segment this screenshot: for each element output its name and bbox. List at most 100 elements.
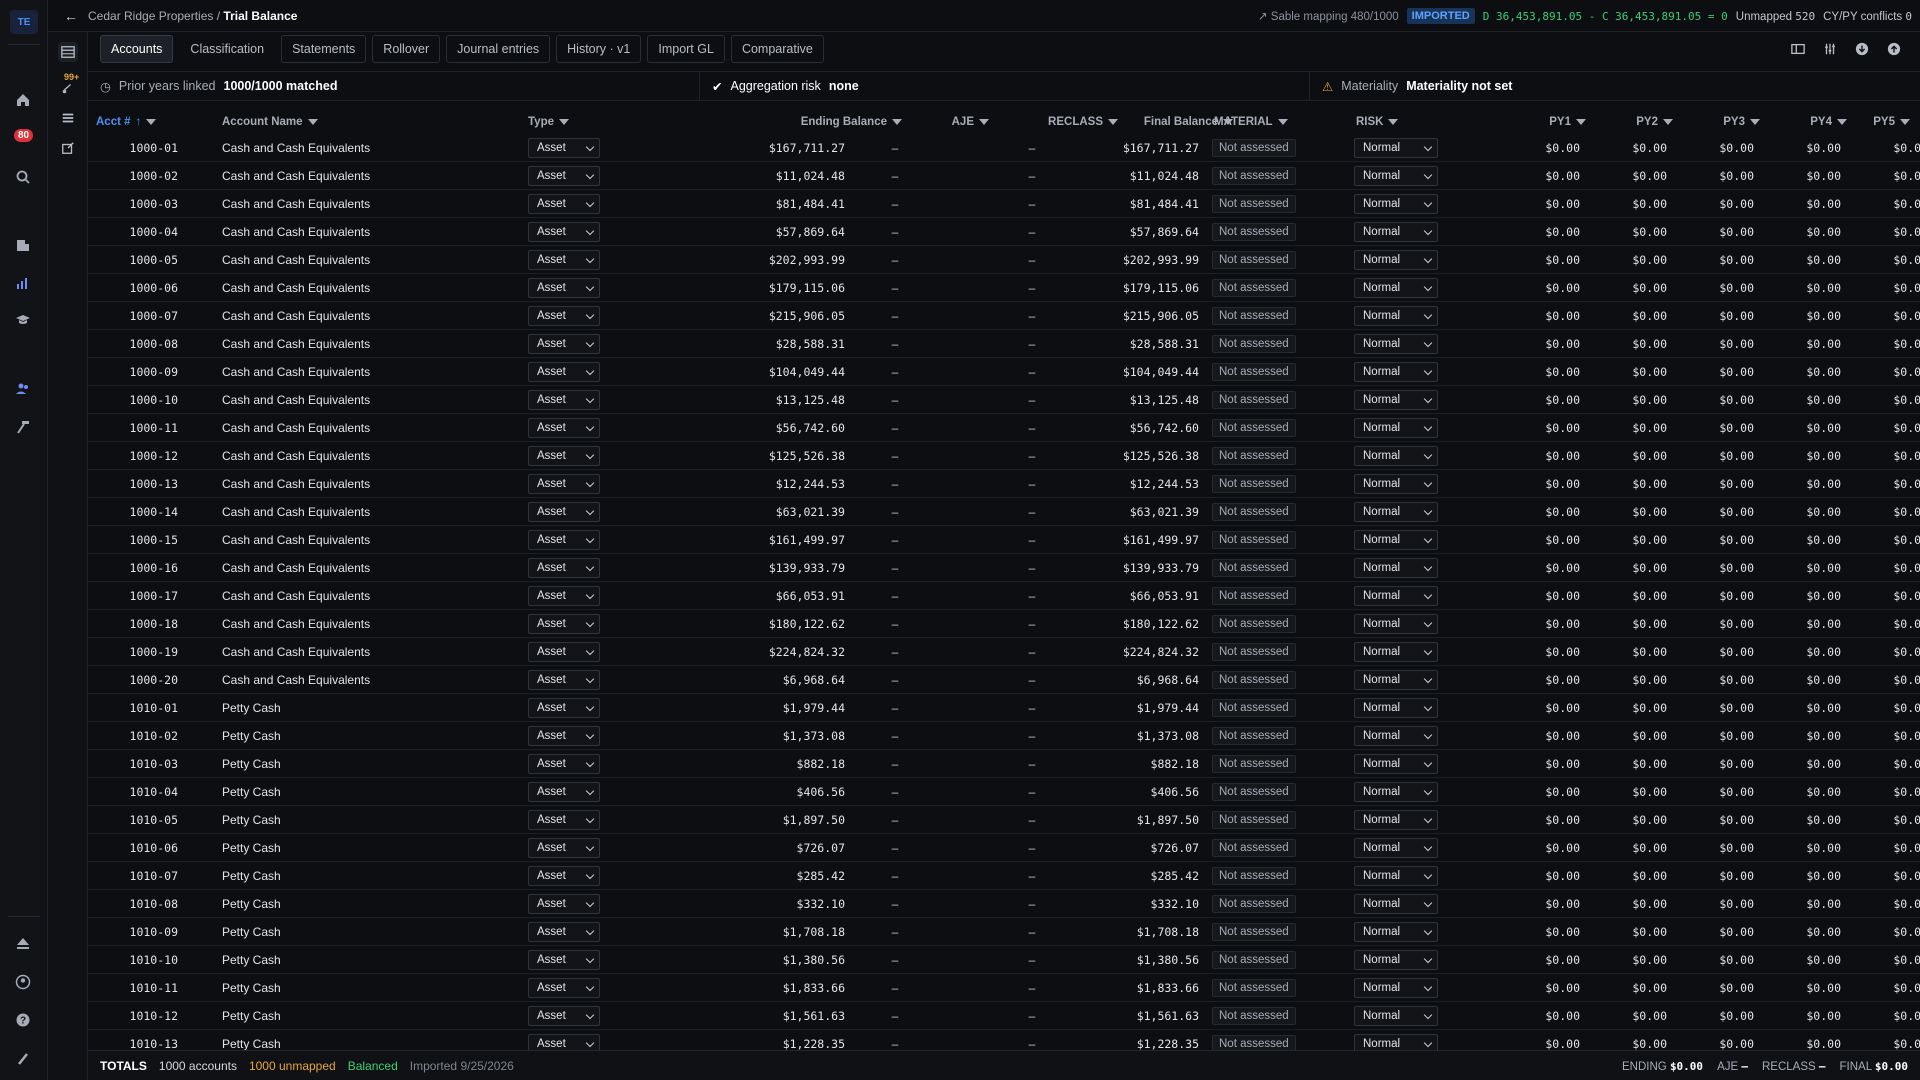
account-name[interactable]: Cash and Cash Equivalents <box>222 610 370 637</box>
risk-select[interactable]: Normal <box>1354 1006 1438 1026</box>
risk-select[interactable]: Normal <box>1354 502 1438 522</box>
type-select[interactable]: Asset <box>528 642 600 662</box>
table-row[interactable]: 1000-07 Cash and Cash Equivalents Asset $21… <box>88 302 1920 330</box>
tab-accounts[interactable]: Accounts <box>100 35 174 63</box>
material-status-badge[interactable]: Not assessed <box>1212 335 1296 353</box>
account-name[interactable]: Petty Cash <box>222 1030 281 1051</box>
account-name[interactable]: Petty Cash <box>222 890 281 917</box>
material-status-badge[interactable]: Not assessed <box>1212 615 1296 633</box>
material-status-badge[interactable]: Not assessed <box>1212 727 1296 745</box>
account-name[interactable]: Cash and Cash Equivalents <box>222 638 370 665</box>
material-status-badge[interactable]: Not assessed <box>1212 867 1296 885</box>
type-select[interactable]: Asset <box>528 810 600 830</box>
column-header-py3[interactable]: PY3 <box>1682 112 1760 132</box>
search-icon[interactable] <box>14 168 32 186</box>
table-row[interactable]: 1000-20 Cash and Cash Equivalents Asset $6,… <box>88 666 1920 694</box>
account-name[interactable]: Cash and Cash Equivalents <box>222 666 370 693</box>
home-icon[interactable] <box>14 91 32 109</box>
table-row[interactable]: 1010-12 Petty Cash Asset $1,561.63 – – $1,561.… <box>88 1002 1920 1030</box>
risk-select[interactable]: Normal <box>1354 278 1438 298</box>
account-name[interactable]: Petty Cash <box>222 694 281 721</box>
filter-icon[interactable] <box>1108 119 1118 125</box>
table-row[interactable]: 1000-17 Cash and Cash Equivalents Asset $66… <box>88 582 1920 610</box>
account-number[interactable]: 1000-03 <box>118 190 178 217</box>
risk-select[interactable]: Normal <box>1354 642 1438 662</box>
column-header-aje[interactable]: AJE <box>908 112 989 132</box>
table-row[interactable]: 1000-06 Cash and Cash Equivalents Asset $17… <box>88 274 1920 302</box>
account-number[interactable]: 1000-10 <box>118 386 178 413</box>
branch-merge-icon[interactable] <box>58 78 78 98</box>
column-header-risk[interactable]: RISK <box>1356 112 1399 132</box>
table-row[interactable]: 1000-14 Cash and Cash Equivalents Asset $63… <box>88 498 1920 526</box>
risk-select[interactable]: Normal <box>1354 726 1438 746</box>
column-header-py1[interactable]: PY1 <box>1508 112 1586 132</box>
material-status-badge[interactable]: Not assessed <box>1212 811 1296 829</box>
tab-classification[interactable]: Classification <box>179 35 275 63</box>
table-row[interactable]: 1010-10 Petty Cash Asset $1,380.56 – – $1,380.… <box>88 946 1920 974</box>
tab-journal-entries[interactable]: Journal entries <box>446 35 551 63</box>
table-row[interactable]: 1000-02 Cash and Cash Equivalents Asset $11… <box>88 162 1920 190</box>
account-number[interactable]: 1010-11 <box>118 974 178 1001</box>
column-header-account-name[interactable]: Account Name <box>222 112 318 132</box>
account-number[interactable]: 1010-12 <box>118 1002 178 1029</box>
filter-icon[interactable] <box>1277 119 1288 125</box>
type-select[interactable]: Asset <box>528 278 600 298</box>
risk-select[interactable]: Normal <box>1354 922 1438 942</box>
account-name[interactable]: Petty Cash <box>222 722 281 749</box>
type-select[interactable]: Asset <box>528 670 600 690</box>
team-users-icon[interactable] <box>14 380 32 398</box>
material-status-badge[interactable]: Not assessed <box>1212 587 1296 605</box>
account-name[interactable]: Cash and Cash Equivalents <box>222 470 370 497</box>
column-header-acct[interactable]: Acct # ↑ <box>96 112 157 132</box>
material-status-badge[interactable]: Not assessed <box>1212 783 1296 801</box>
account-number[interactable]: 1010-05 <box>118 806 178 833</box>
table-row[interactable]: 1010-08 Petty Cash Asset $332.10 – – $332.10 No… <box>88 890 1920 918</box>
risk-select[interactable]: Normal <box>1354 390 1438 410</box>
account-name[interactable]: Cash and Cash Equivalents <box>222 526 370 553</box>
material-status-badge[interactable]: Not assessed <box>1212 643 1296 661</box>
table-row[interactable]: 1010-05 Petty Cash Asset $1,897.50 – – $1,897.… <box>88 806 1920 834</box>
back-arrow-icon[interactable]: ← <box>64 8 80 24</box>
material-status-badge[interactable]: Not assessed <box>1212 251 1296 269</box>
type-select[interactable]: Asset <box>528 726 600 746</box>
account-number[interactable]: 1000-07 <box>118 302 178 329</box>
type-select[interactable]: Asset <box>528 362 600 382</box>
account-name[interactable]: Petty Cash <box>222 946 281 973</box>
material-status-badge[interactable]: Not assessed <box>1212 279 1296 297</box>
account-number[interactable]: 1010-07 <box>118 862 178 889</box>
tab-rollover[interactable]: Rollover <box>372 35 441 63</box>
download-icon[interactable] <box>1854 41 1870 57</box>
account-name[interactable]: Cash and Cash Equivalents <box>222 386 370 413</box>
account-name[interactable]: Petty Cash <box>222 1002 281 1029</box>
risk-select[interactable]: Normal <box>1354 782 1438 802</box>
risk-select[interactable]: Normal <box>1354 838 1438 858</box>
table-row[interactable]: 1000-09 Cash and Cash Equivalents Asset $10… <box>88 358 1920 386</box>
notification-count-badge[interactable]: 80 <box>14 129 34 142</box>
material-status-badge[interactable]: Not assessed <box>1212 139 1296 157</box>
filter-icon[interactable] <box>1750 119 1760 125</box>
type-select[interactable]: Asset <box>528 334 600 354</box>
column-header-material[interactable]: MATERIAL <box>1214 112 1288 132</box>
table-row[interactable]: 1010-04 Petty Cash Asset $406.56 – – $406.56 No… <box>88 778 1920 806</box>
material-status-badge[interactable]: Not assessed <box>1212 503 1296 521</box>
account-name[interactable]: Cash and Cash Equivalents <box>222 442 370 469</box>
external-link-icon[interactable] <box>58 138 78 158</box>
account-number[interactable]: 1000-13 <box>118 470 178 497</box>
type-select[interactable]: Asset <box>528 530 600 550</box>
breadcrumb-client[interactable]: Cedar Ridge Properties / <box>88 9 220 23</box>
risk-select[interactable]: Normal <box>1354 558 1438 578</box>
type-select[interactable]: Asset <box>528 306 600 326</box>
account-name[interactable]: Cash and Cash Equivalents <box>222 330 370 357</box>
table-row[interactable]: 1010-02 Petty Cash Asset $1,373.08 – – $1,373.… <box>88 722 1920 750</box>
analytics-chart-icon[interactable] <box>14 274 32 292</box>
type-select[interactable]: Asset <box>528 138 600 158</box>
table-row[interactable]: 1000-18 Cash and Cash Equivalents Asset $18… <box>88 610 1920 638</box>
upload-icon[interactable] <box>1886 41 1902 57</box>
type-select[interactable]: Asset <box>528 866 600 886</box>
column-header-type[interactable]: Type <box>528 112 569 132</box>
table-row[interactable]: 1000-04 Cash and Cash Equivalents Asset $57… <box>88 218 1920 246</box>
account-number[interactable]: 1000-15 <box>118 526 178 553</box>
risk-select[interactable]: Normal <box>1354 810 1438 830</box>
account-name[interactable]: Cash and Cash Equivalents <box>222 246 370 273</box>
type-select[interactable]: Asset <box>528 978 600 998</box>
